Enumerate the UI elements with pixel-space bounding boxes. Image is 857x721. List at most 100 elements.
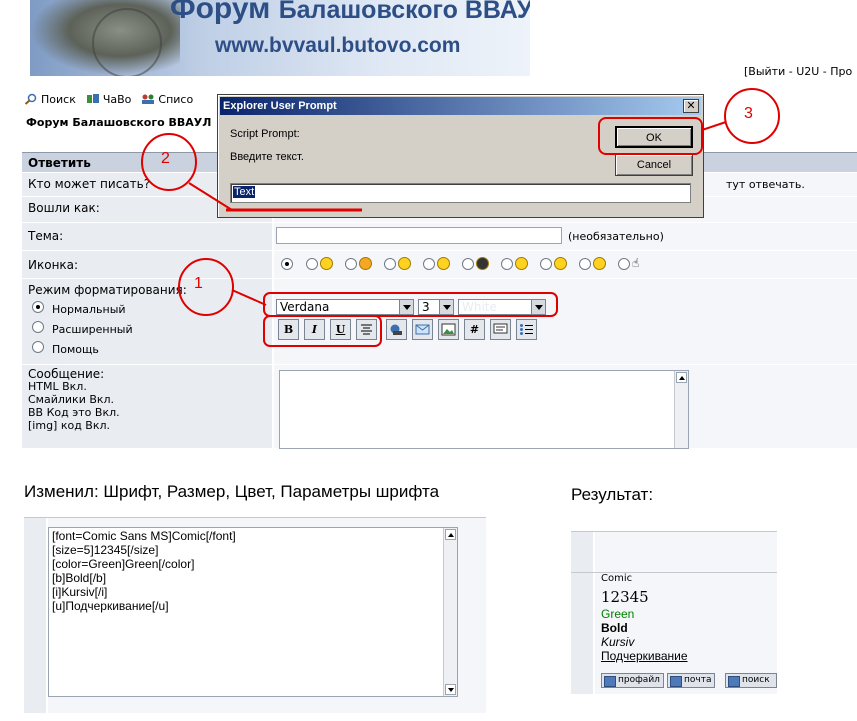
email-button[interactable]	[412, 319, 433, 340]
icon-row: Иконка: ☝	[22, 251, 857, 279]
propeller-image	[92, 8, 162, 76]
code-line: [b]Bold[/b]	[52, 571, 107, 585]
prompt-instruction: Введите текст.	[230, 151, 304, 163]
hand-icon: ☝	[632, 256, 640, 270]
email-icon	[415, 324, 430, 335]
prompt-text-input[interactable]: Text	[230, 183, 691, 203]
close-icon[interactable]: ✕	[683, 99, 699, 113]
image-button[interactable]	[438, 319, 459, 340]
center-button[interactable]	[356, 319, 377, 340]
align-center-icon	[361, 324, 372, 335]
result-size: 12345	[601, 588, 649, 606]
search-icon	[24, 93, 37, 105]
cool-icon	[476, 257, 489, 270]
scroll-down-icon[interactable]	[445, 684, 456, 695]
forum-banner: Форум Балашовского ВВАУЛ www.bvvaul.buto…	[30, 0, 530, 76]
icon-radio[interactable]	[501, 258, 513, 270]
icon-radio-none[interactable]	[281, 258, 293, 270]
icon-radio[interactable]	[306, 258, 318, 270]
explorer-user-prompt-dialog: Explorer User Prompt ✕ Script Prompt: Вв…	[217, 94, 704, 218]
subject-input[interactable]	[276, 227, 562, 244]
size-select[interactable]: 3	[418, 299, 454, 315]
font-select[interactable]: Verdana	[276, 299, 414, 315]
image-icon	[441, 323, 456, 336]
format-row: Режим форматирования: Нормальный Расшире…	[22, 279, 857, 365]
annotation-number-2: 2	[161, 150, 170, 167]
annotation-arrow-3	[701, 121, 727, 131]
icon-radio[interactable]	[345, 258, 357, 270]
smile-icon	[320, 257, 333, 270]
annotation-number-1: 1	[194, 275, 203, 292]
icon-radio[interactable]	[579, 258, 591, 270]
reply-header-label: Ответить	[28, 156, 91, 170]
icon-radio[interactable]	[384, 258, 396, 270]
who-can-write-label: Кто может писать?	[28, 177, 151, 191]
format-normal-radio[interactable]	[32, 301, 44, 313]
message-row: Сообщение: HTML Вкл. Смайлики Вкл. BB Ко…	[22, 365, 857, 449]
list-icon	[520, 324, 533, 335]
bbcode-status: BB Код это Вкл.	[28, 406, 120, 419]
banner-url: www.bvvaul.butovo.com	[215, 34, 461, 57]
chevron-down-icon	[399, 300, 413, 314]
icon-radio[interactable]	[540, 258, 552, 270]
scrollbar[interactable]	[443, 528, 457, 696]
chevron-down-icon	[439, 300, 453, 314]
format-advanced-label: Расширенный	[52, 323, 133, 336]
annotation-number-3: 3	[744, 105, 753, 122]
sad-icon	[359, 257, 372, 270]
search-button[interactable]: поиск	[725, 673, 777, 688]
nav-item-label: Поиск	[41, 92, 76, 106]
subject-row: Тема: (необязательно)	[22, 223, 857, 251]
result-underline: Подчеркивание	[601, 649, 688, 663]
scroll-up-icon[interactable]	[445, 529, 456, 540]
result-italic: Kursiv	[601, 635, 635, 649]
link-icon	[390, 324, 402, 335]
quote-button[interactable]	[490, 319, 511, 340]
script-prompt-label: Script Prompt:	[230, 128, 300, 140]
mail-button[interactable]: почта	[667, 673, 716, 688]
italic-button[interactable]: I	[304, 319, 325, 340]
underline-button[interactable]: U	[330, 319, 351, 340]
list-button[interactable]	[516, 319, 537, 340]
user-links[interactable]: [Выйти - U2U - Про	[744, 65, 852, 78]
laugh-icon	[515, 257, 528, 270]
bold-button[interactable]: B	[278, 319, 299, 340]
format-normal-label: Нормальный	[52, 303, 126, 316]
result-green: Green	[601, 607, 635, 621]
icon-radio[interactable]	[462, 258, 474, 270]
scrollbar[interactable]	[674, 371, 688, 448]
wink-icon	[437, 257, 450, 270]
icon-radio[interactable]	[618, 258, 630, 270]
code-line: [u]Подчеркивание[/u]	[52, 599, 169, 613]
format-help-radio[interactable]	[32, 341, 44, 353]
result-bold: Bold	[601, 621, 628, 635]
message-label: Сообщение:	[28, 367, 105, 381]
result-title: Результат:	[571, 485, 654, 504]
code-button[interactable]: #	[464, 319, 485, 340]
logged-as-label: Вошли как:	[28, 201, 100, 215]
bbcode-textarea[interactable]: [font=Comic Sans MS]Comic[/font] [size=5…	[48, 527, 458, 697]
cancel-button[interactable]: Cancel	[615, 154, 693, 176]
code-line: [i]Kursiv[/i]	[52, 585, 108, 599]
icon-radio[interactable]	[423, 258, 435, 270]
code-line: [color=Green]Green[/color]	[52, 557, 195, 571]
nav-item-faq[interactable]: ЧаВо	[86, 93, 131, 106]
surprised-icon	[554, 257, 567, 270]
nav-item-members[interactable]: Списо	[141, 93, 193, 106]
format-advanced-radio[interactable]	[32, 321, 44, 333]
tongue-out-icon	[593, 257, 606, 270]
banner-title: Форум Балашовского ВВАУЛ	[170, 0, 530, 25]
breadcrumb[interactable]: Форум Балашовского ВВАУЛ	[26, 116, 211, 129]
ok-button[interactable]: OK	[615, 126, 693, 148]
chevron-down-icon	[531, 300, 545, 314]
nav-item-label: Списо	[158, 92, 194, 106]
message-textarea[interactable]	[279, 370, 689, 449]
link-button[interactable]	[386, 319, 407, 340]
scroll-up-icon[interactable]	[676, 372, 687, 383]
dialog-title: Explorer User Prompt	[220, 97, 701, 115]
profile-button[interactable]: профайл	[601, 673, 664, 688]
html-status: HTML Вкл.	[28, 380, 87, 393]
img-status: [img] код Вкл.	[28, 419, 111, 432]
nav-item-search[interactable]: Поиск	[24, 93, 76, 106]
color-select[interactable]: White	[458, 299, 546, 315]
